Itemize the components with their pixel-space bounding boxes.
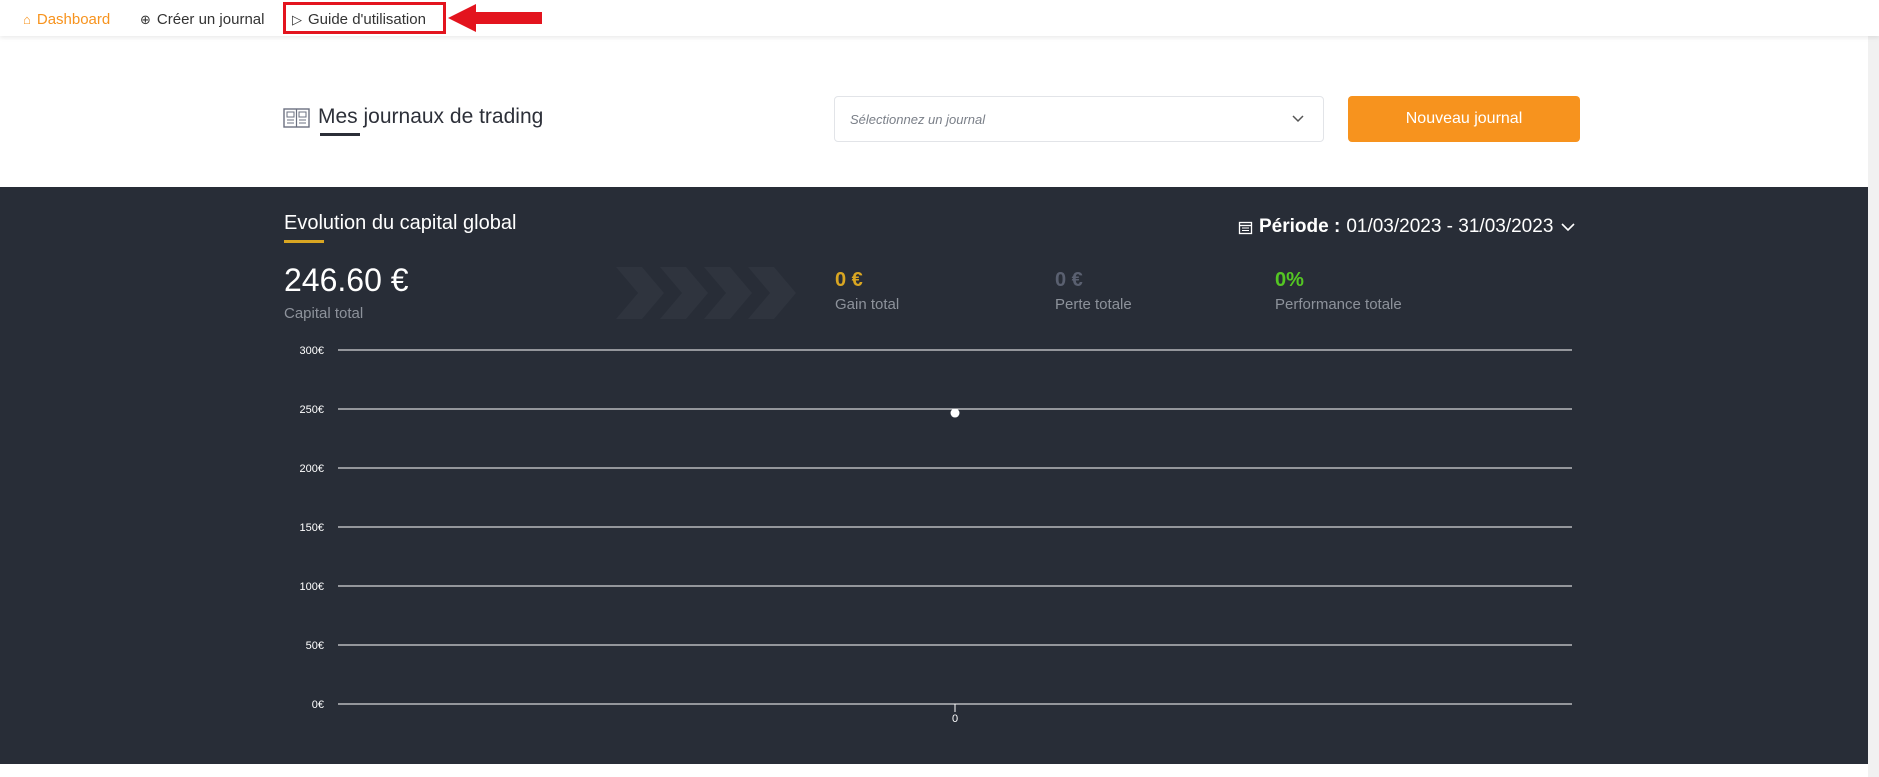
- gain-label: Gain total: [835, 296, 900, 313]
- y-tick-label: 0€: [312, 699, 324, 711]
- journal-select-placeholder: Sélectionnez un journal: [850, 112, 986, 127]
- chevron-down-icon: [1561, 223, 1575, 232]
- page-scrollbar[interactable]: [1868, 36, 1879, 777]
- y-tick-label: 50€: [306, 640, 324, 652]
- loss-label: Perte totale: [1055, 296, 1132, 313]
- loss-value: 0 €: [1055, 269, 1083, 291]
- y-tick-label: 250€: [300, 404, 324, 416]
- section-title-underline: [284, 240, 324, 243]
- page-title-wrap: Mes journaux de trading: [283, 105, 543, 129]
- capital-chart: 0€ 50€ 100€ 150€ 200€ 250€ 300€ 0: [300, 345, 1572, 725]
- calendar-icon: [1238, 221, 1253, 234]
- section-title: Evolution du capital global: [284, 212, 517, 234]
- decorative-chevrons-icon: [616, 267, 796, 319]
- top-navbar: ⌂ Dashboard ⊕ Créer un journal ▷ Guide d…: [0, 0, 1879, 36]
- y-tick-label: 150€: [300, 522, 324, 534]
- page-title: Mes journaux de trading: [318, 105, 544, 128]
- stat-gain: 0 € Gain total: [835, 269, 899, 313]
- title-underline: [320, 133, 360, 136]
- data-point[interactable]: [950, 408, 960, 418]
- gain-value: 0 €: [835, 269, 863, 291]
- performance-label: Performance totale: [1275, 296, 1402, 313]
- plus-circle-icon: ⊕: [140, 11, 151, 27]
- y-tick-label: 100€: [300, 581, 324, 593]
- performance-value: 0%: [1275, 269, 1304, 291]
- y-tick-label: 200€: [300, 463, 324, 475]
- new-journal-button[interactable]: Nouveau journal: [1348, 96, 1580, 142]
- stat-performance: 0% Performance totale: [1275, 269, 1402, 313]
- nav-dashboard-label: Dashboard: [36, 10, 111, 28]
- x-tick-label: 0: [952, 713, 958, 725]
- nav-create-label: Créer un journal: [156, 10, 265, 28]
- period-selector[interactable]: Période : 01/03/2023 - 31/03/2023: [1238, 216, 1576, 238]
- annotation-arrow-icon: [448, 4, 542, 32]
- home-icon: ⌂: [23, 11, 31, 27]
- capital-total-label: Capital total: [284, 305, 364, 322]
- annotation-highlight-box: [283, 2, 446, 34]
- journal-book-icon: [283, 108, 310, 128]
- journal-select[interactable]: Sélectionnez un journal: [834, 96, 1324, 142]
- stat-loss: 0 € Perte totale: [1055, 269, 1132, 313]
- y-tick-label: 300€: [300, 345, 324, 357]
- chevron-down-icon: [1292, 115, 1304, 123]
- period-label: Période :: [1259, 216, 1341, 237]
- capital-total-value: 246.60 €: [284, 262, 409, 298]
- nav-create-journal[interactable]: ⊕ Créer un journal: [140, 9, 264, 29]
- nav-dashboard[interactable]: ⌂ Dashboard: [23, 9, 110, 29]
- period-value: 01/03/2023 - 31/03/2023: [1346, 216, 1554, 237]
